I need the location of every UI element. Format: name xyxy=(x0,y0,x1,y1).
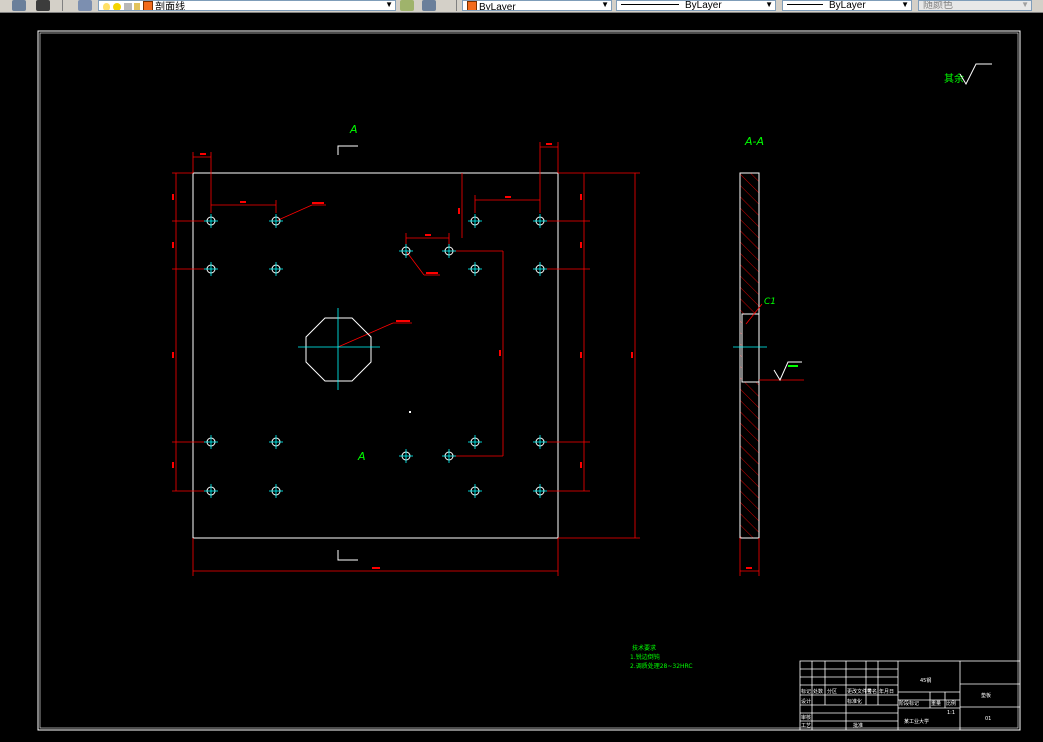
drawing-border-outer xyxy=(37,30,1021,731)
plotstyle-dropdown: 随颜色 ▼ xyxy=(918,0,1032,11)
roughness-symbol-general: 其余 xyxy=(944,63,992,86)
tb-drawing-number: 01 xyxy=(985,716,991,722)
plot-icon xyxy=(134,3,141,10)
tb-cell-review: 审核 xyxy=(801,714,811,721)
linetype-sample xyxy=(621,4,679,5)
tb-cell-approve: 批准 xyxy=(853,722,863,729)
layer-match-icon[interactable] xyxy=(422,0,436,11)
technical-notes: 技术要求 1.锐边倒钝 2.调质处理28~32HRC xyxy=(630,644,693,670)
section-view-label: A-A xyxy=(744,135,764,148)
note-line-3: 2.调质处理28~32HRC xyxy=(630,662,693,670)
sun-icon xyxy=(112,3,121,10)
tb-cell-count: 处数 xyxy=(813,688,823,695)
layer-name: 剖面线 xyxy=(155,2,186,11)
tb-cell-stage: 阶段标记 xyxy=(899,700,919,707)
tb-cell-process: 工艺 xyxy=(801,723,811,729)
drawing-border-inner xyxy=(39,32,1019,729)
section-arrow-top xyxy=(337,145,358,155)
chevron-down-icon: ▼ xyxy=(601,0,609,9)
tb-cell-scale: 比例 xyxy=(946,700,956,707)
tb-cell-sign: 签名 xyxy=(867,688,877,695)
make-current-layer-icon[interactable] xyxy=(400,0,414,11)
dimension-lines xyxy=(172,142,640,576)
linetype-value: ByLayer xyxy=(685,0,722,11)
plotstyle-value: 随颜色 xyxy=(923,0,953,11)
tb-cell-design: 设计 xyxy=(801,698,811,705)
center-octagon-hole xyxy=(298,308,380,390)
section-view: C1 xyxy=(733,172,804,576)
tb-material: 45钢 xyxy=(920,677,931,684)
roughness-note: 其余 xyxy=(944,72,964,85)
tb-cell-date: 年月日 xyxy=(879,688,894,695)
mounting-holes xyxy=(203,213,548,499)
section-mark-bottom: A xyxy=(357,450,366,463)
layer-color-swatch xyxy=(143,1,154,10)
chevron-down-icon: ▼ xyxy=(385,0,393,9)
color-dropdown[interactable]: ByLayer ▼ xyxy=(462,0,612,11)
color-swatch xyxy=(467,1,477,10)
center-point xyxy=(409,411,411,413)
tb-cell-weight: 重量 xyxy=(931,700,941,707)
dimension-text-ticks xyxy=(172,143,633,569)
toolbar-separator xyxy=(62,0,63,11)
lineweight-dropdown[interactable]: ByLayer ▼ xyxy=(782,0,912,11)
tb-cell-mark: 标记 xyxy=(801,688,811,695)
section-mark-top: A xyxy=(349,123,358,136)
lineweight-sample xyxy=(787,4,823,5)
layer-dropdown[interactable]: 剖面线 ▼ xyxy=(98,0,396,11)
lineweight-value: ByLayer xyxy=(829,0,866,11)
tb-drawing-name: 垫板 xyxy=(981,692,991,699)
bulb-icon xyxy=(103,3,110,10)
note-line-1: 技术要求 xyxy=(632,644,656,652)
section-arrow-bottom xyxy=(337,550,358,561)
drawing-canvas[interactable]: 其余 A A A-A C1 技术要求 1.锐边倒钝 2.调质处理28~32HRC… xyxy=(0,12,1043,742)
chevron-down-icon: ▼ xyxy=(1021,0,1029,9)
layer-previous-icon[interactable] xyxy=(36,0,50,11)
linetype-dropdown[interactable]: ByLayer ▼ xyxy=(616,0,776,11)
tb-cell-standard: 标准化 xyxy=(847,698,862,705)
lock-icon xyxy=(123,3,132,10)
chamfer-label: C1 xyxy=(764,297,776,307)
chevron-down-icon: ▼ xyxy=(901,0,909,9)
tb-cell-zone: 分区 xyxy=(827,688,837,695)
toolbar-separator xyxy=(456,0,457,11)
note-line-2: 1.锐边倒钝 xyxy=(630,653,660,661)
tb-company: 某工业大学 xyxy=(904,718,929,725)
layer-states-icon[interactable] xyxy=(78,0,92,11)
chevron-down-icon: ▼ xyxy=(765,0,773,9)
layer-manager-icon[interactable] xyxy=(12,0,26,11)
tb-scale-value: 1:1 xyxy=(947,710,955,716)
color-value: ByLayer xyxy=(479,2,516,11)
